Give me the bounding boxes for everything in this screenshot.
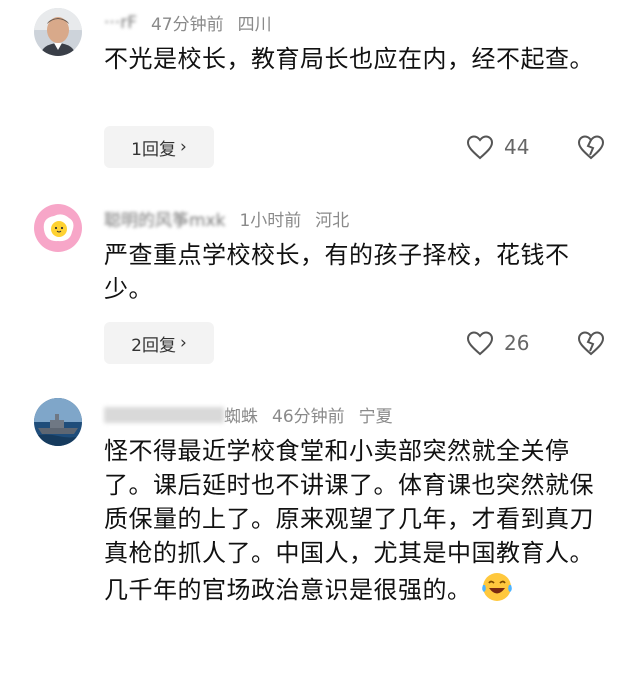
location: 宁夏 <box>358 407 393 427</box>
broken-heart-icon <box>577 331 605 356</box>
warship-avatar-icon <box>34 398 82 446</box>
heart-icon <box>466 135 494 160</box>
fried-egg-avatar-icon <box>34 204 82 252</box>
dislike-button[interactable] <box>577 134 605 164</box>
timestamp: 1小时前 <box>239 211 302 231</box>
chevron-right-icon: › <box>180 333 187 353</box>
reply-count-label: 1回复 <box>131 139 176 160</box>
laughing-crying-emoji-icon <box>480 570 514 604</box>
heart-icon <box>466 331 494 356</box>
view-replies-button[interactable]: 2回复 › <box>104 322 214 364</box>
username[interactable]: ···rF <box>104 13 137 33</box>
username[interactable]: 聪明的风筝mxk <box>104 206 225 231</box>
broken-heart-icon <box>577 135 605 160</box>
username[interactable]: 蜘蛛 <box>224 402 258 427</box>
like-button[interactable]: 26 <box>466 330 529 356</box>
view-replies-button[interactable]: 1回复 › <box>104 126 214 168</box>
reply-count-label: 2回复 <box>131 335 176 356</box>
avatar[interactable] <box>34 398 82 446</box>
dislike-button[interactable] <box>577 330 605 360</box>
timestamp: 47分钟前 <box>150 15 224 35</box>
location: 河北 <box>315 211 350 231</box>
comment-meta: ···rF 47分钟前 四川 <box>104 10 272 36</box>
comment-text[interactable]: 严查重点学校校长，有的孩子择校，花钱不少。 <box>104 238 594 306</box>
location: 四川 <box>237 15 272 35</box>
comment-text-content: 怪不得最近学校食堂和小卖部突然就全关停了。课后延时也不讲课了。体育课也突然就保质… <box>104 437 594 604</box>
like-count: 26 <box>504 331 530 355</box>
timestamp: 46分钟前 <box>272 407 345 427</box>
avatar[interactable] <box>34 8 82 56</box>
like-button[interactable]: 44 <box>466 134 529 160</box>
chevron-right-icon: › <box>180 137 187 157</box>
blurred-username-prefix <box>104 406 224 423</box>
comment-meta: 聪明的风筝mxk 1小时前 河北 <box>104 206 349 231</box>
avatar[interactable] <box>34 204 82 252</box>
comment-text[interactable]: 不光是校长，教育局长也应在内，经不起查。 <box>104 42 594 76</box>
elderly-man-avatar-icon <box>34 8 82 56</box>
like-count: 44 <box>504 135 530 159</box>
comment-meta: 蜘蛛 46分钟前 宁夏 <box>104 402 393 427</box>
comment-text[interactable]: 怪不得最近学校食堂和小卖部突然就全关停了。课后延时也不讲课了。体育课也突然就保质… <box>104 434 594 607</box>
